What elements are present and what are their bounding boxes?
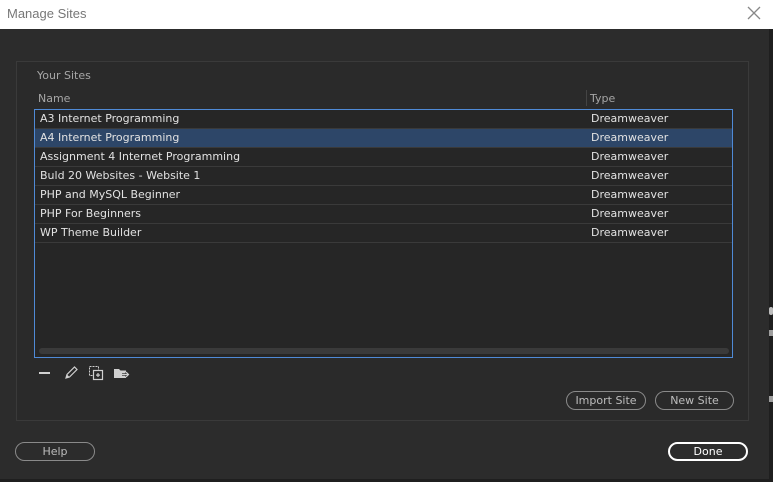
duplicate-icon[interactable] xyxy=(87,364,105,382)
close-icon[interactable] xyxy=(747,6,761,20)
import-site-button[interactable]: Import Site xyxy=(566,391,646,410)
minus-icon[interactable] xyxy=(36,364,54,382)
site-type: Dreamweaver xyxy=(591,169,669,182)
site-name: WP Theme Builder xyxy=(40,226,142,239)
site-row[interactable]: PHP and MySQL Beginner Dreamweaver xyxy=(35,186,732,205)
site-type: Dreamweaver xyxy=(591,131,669,144)
site-name: Buld 20 Websites - Website 1 xyxy=(40,169,201,182)
site-name: PHP and MySQL Beginner xyxy=(40,188,181,201)
site-type: Dreamweaver xyxy=(591,188,669,201)
column-divider[interactable] xyxy=(586,90,587,106)
site-name: A4 Internet Programming xyxy=(40,131,180,144)
horizontal-scrollbar[interactable] xyxy=(39,348,729,354)
done-button[interactable]: Done xyxy=(668,442,748,461)
title-bar: Manage Sites xyxy=(0,0,773,29)
site-name: Assignment 4 Internet Programming xyxy=(40,150,241,163)
export-icon[interactable] xyxy=(112,364,130,382)
site-type: Dreamweaver xyxy=(591,150,669,163)
your-sites-panel: Your Sites Name Type A3 Internet Program… xyxy=(16,61,749,421)
help-button[interactable]: Help xyxy=(15,442,95,461)
pencil-icon[interactable] xyxy=(62,364,80,382)
site-type: Dreamweaver xyxy=(591,226,669,239)
background-window-edge xyxy=(769,29,773,482)
site-row[interactable]: A3 Internet Programming Dreamweaver xyxy=(35,110,732,129)
site-type: Dreamweaver xyxy=(591,112,669,125)
site-row[interactable]: Buld 20 Websites - Website 1 Dreamweaver xyxy=(35,167,732,186)
site-row[interactable]: WP Theme Builder Dreamweaver xyxy=(35,224,732,243)
window-title: Manage Sites xyxy=(7,6,87,21)
new-site-button[interactable]: New Site xyxy=(655,391,734,410)
section-label: Your Sites xyxy=(37,69,91,82)
column-header-name[interactable]: Name xyxy=(38,92,70,105)
sites-list[interactable]: A3 Internet Programming Dreamweaver A4 I… xyxy=(34,109,733,358)
manage-sites-dialog: Your Sites Name Type A3 Internet Program… xyxy=(0,29,769,479)
site-row[interactable]: Assignment 4 Internet Programming Dreamw… xyxy=(35,148,732,167)
column-header-type[interactable]: Type xyxy=(590,92,615,105)
site-type: Dreamweaver xyxy=(591,207,669,220)
site-name: PHP For Beginners xyxy=(40,207,142,220)
site-name: A3 Internet Programming xyxy=(40,112,180,125)
site-row-selected[interactable]: A4 Internet Programming Dreamweaver xyxy=(35,129,732,148)
site-row[interactable]: PHP For Beginners Dreamweaver xyxy=(35,205,732,224)
